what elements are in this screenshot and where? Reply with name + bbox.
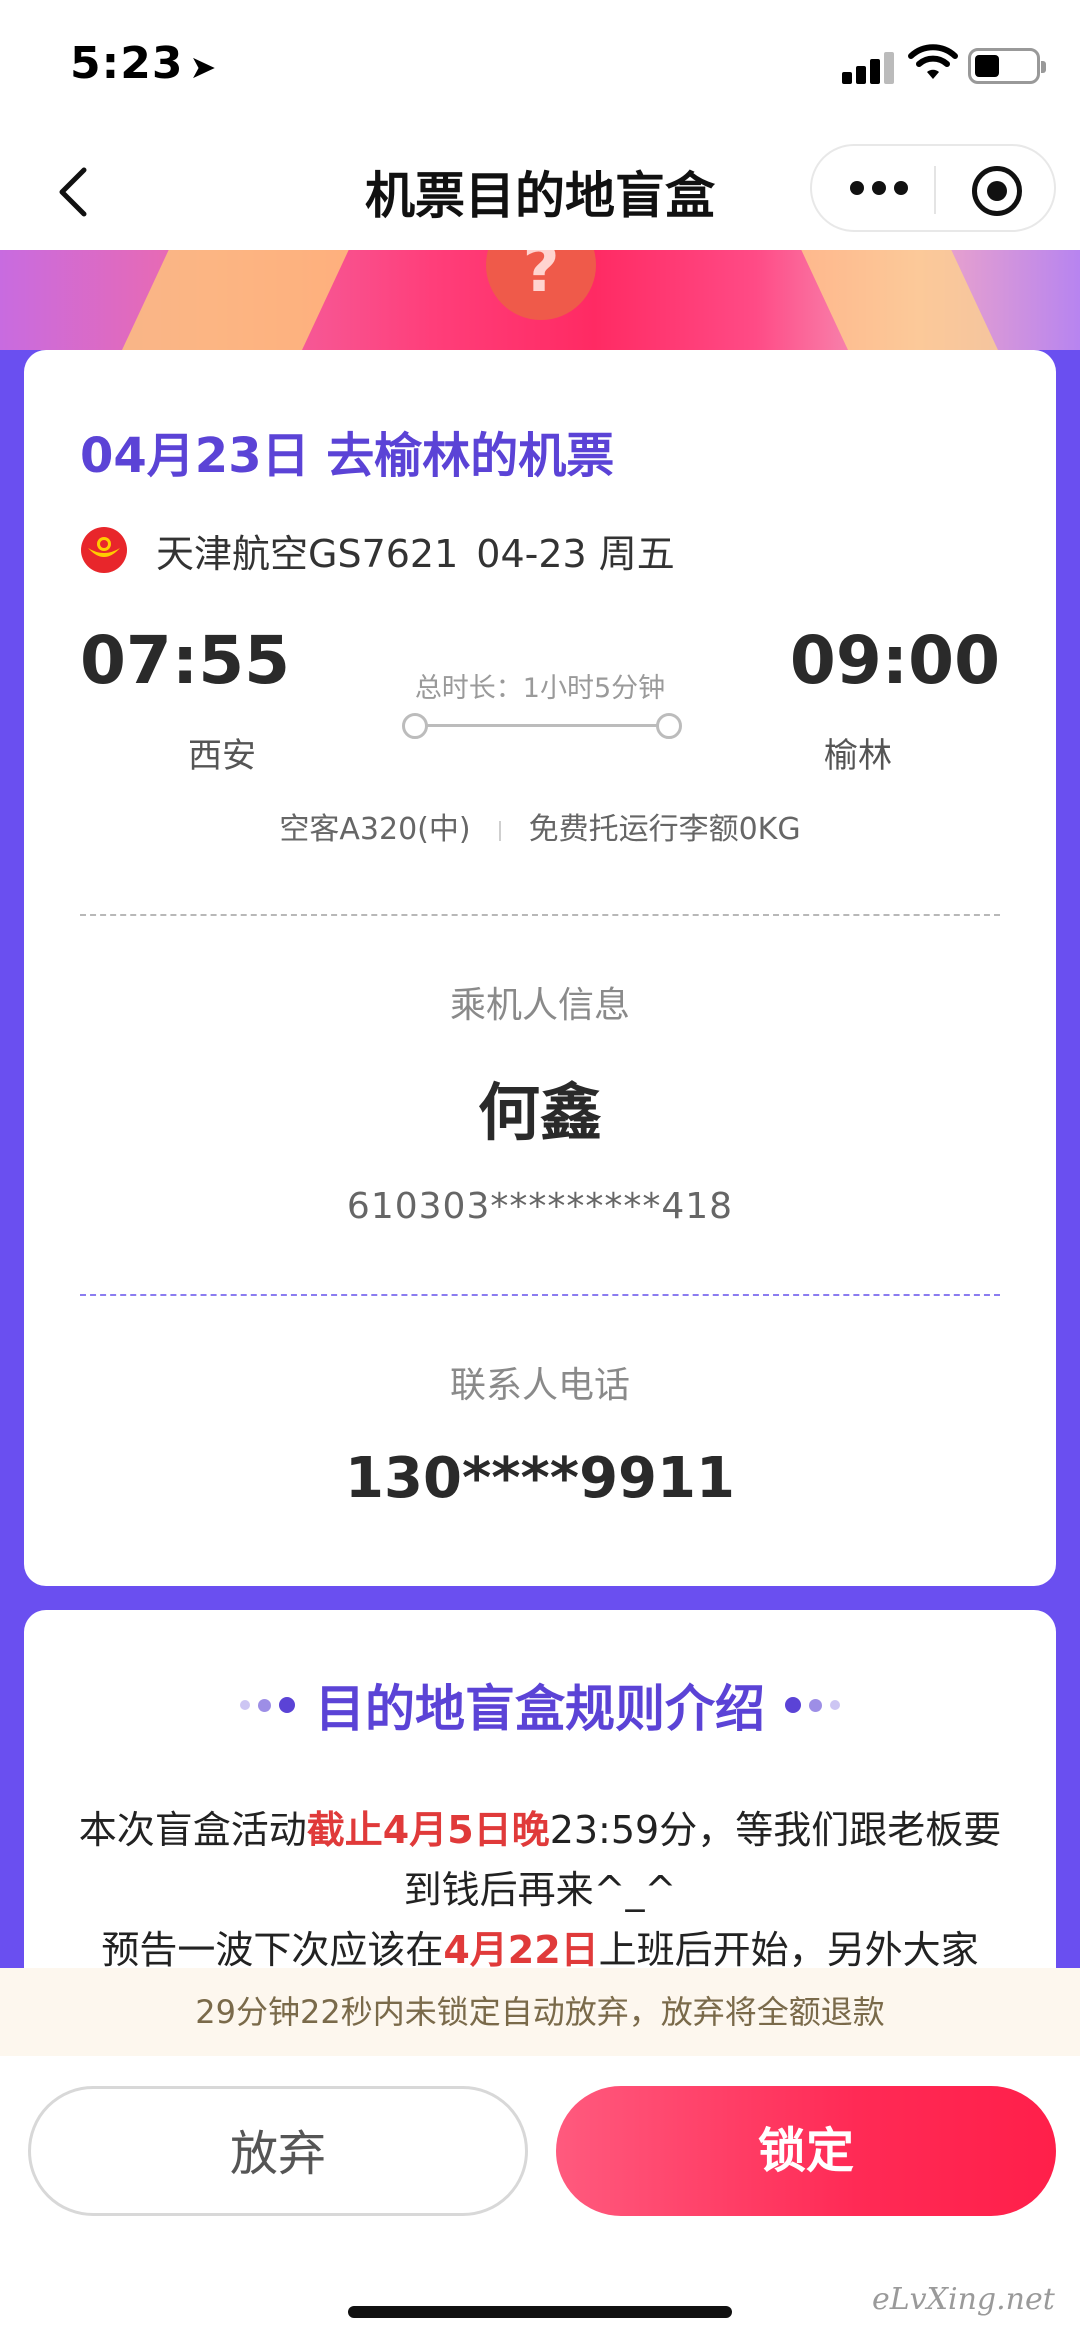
- dots-left-icon: [236, 1697, 299, 1713]
- status-time: 5:23 ➤: [70, 38, 218, 89]
- contact-phone: 130****9911: [345, 1446, 735, 1511]
- home-indicator[interactable]: [348, 2306, 732, 2318]
- nav-bar: 机票目的地盲盒: [0, 130, 1080, 250]
- departure-time: 07:55: [80, 622, 291, 699]
- airline-logo-icon: [81, 527, 127, 573]
- status-bar: 5:23 ➤: [0, 0, 1080, 130]
- location-arrow-icon: ➤: [189, 48, 218, 86]
- arrival-time: 09:00: [789, 622, 1000, 699]
- passenger-label: 乘机人信息: [449, 985, 630, 1026]
- deadline-highlight: 截止4月5日晚: [306, 1808, 550, 1852]
- baggage-allowance: 免费托运行李额0KG: [528, 812, 801, 847]
- lock-button[interactable]: 锁定: [556, 2086, 1056, 2216]
- flight-duration: 总时长：1小时5分钟: [414, 673, 666, 704]
- rules-title: 目的地盲盒规则介绍: [315, 1680, 765, 1738]
- give-up-button[interactable]: 放弃: [28, 2086, 528, 2216]
- miniapp-capsule: [810, 144, 1056, 232]
- more-dots-icon[interactable]: [850, 176, 910, 200]
- passenger-id: 610303*********418: [346, 1186, 734, 1227]
- capsule-divider: [934, 166, 936, 214]
- next-date-highlight: 4月22日: [443, 1928, 599, 1972]
- arrival-city: 榆林: [824, 736, 892, 776]
- ticket-title: 04月23日 去榆林的机票: [80, 428, 615, 484]
- battery-icon: [968, 48, 1046, 84]
- watermark: eLvXing.net: [872, 2282, 1055, 2317]
- rules-heading: 目的地盲盒规则介绍: [24, 1670, 1056, 1740]
- rules-card: 目的地盲盒规则介绍 本次盲盒活动截止4月5日晚23:59分，等我们跟老板要到钱后…: [24, 1610, 1056, 2030]
- flight-number: 天津航空GS7621: [156, 531, 459, 576]
- rules-text: 本次盲盒活动截止4月5日晚23:59分，等我们跟老板要到钱后再来^_^ 预告一波…: [78, 1808, 1002, 1972]
- aircraft-type: 空客A320(中): [279, 812, 471, 847]
- signal-icon: [842, 48, 898, 84]
- top-banner: ?: [0, 250, 1080, 350]
- airline-row: 天津航空GS7621 04-23 周五: [80, 520, 675, 580]
- departure-city: 西安: [188, 736, 256, 776]
- question-mark-icon: ?: [486, 250, 596, 320]
- divider: [80, 914, 1000, 916]
- ticket-card: 04月23日 去榆林的机票 天津航空GS7621 04-23 周五 07:55 …: [24, 350, 1056, 1586]
- divider: [80, 1294, 1000, 1296]
- passenger-name: 何鑫: [477, 1076, 602, 1149]
- contact-label: 联系人电话: [449, 1365, 630, 1406]
- target-icon[interactable]: [972, 166, 1022, 216]
- wifi-icon: [908, 44, 958, 79]
- countdown-notice: 29分钟22秒内未锁定自动放弃，放弃将全额退款: [0, 1968, 1080, 2056]
- aircraft-info: 空客A320(中) 免费托运行李额0KG: [24, 804, 1056, 848]
- flight-date: 04-23 周五: [476, 531, 675, 576]
- dots-right-icon: [781, 1697, 844, 1713]
- route-line: [402, 712, 682, 740]
